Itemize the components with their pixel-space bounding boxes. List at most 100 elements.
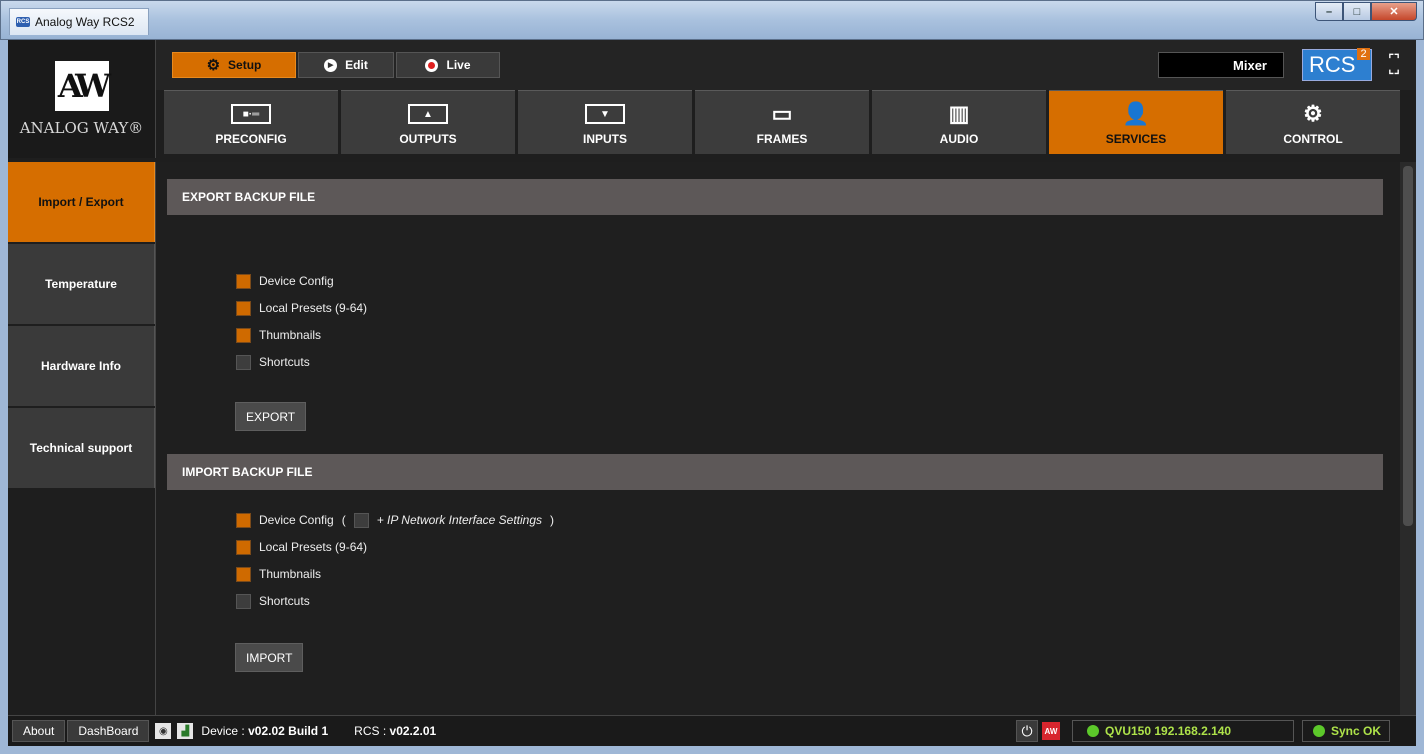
tab-label: FRAMES	[756, 132, 808, 146]
option-label: Thumbnails	[259, 567, 322, 581]
checkbox[interactable]	[236, 566, 251, 582]
about-button[interactable]: About	[12, 720, 66, 742]
scrollbar-thumb[interactable]	[1403, 166, 1413, 526]
import-option-local-presets[interactable]: Local Presets (9-64)	[236, 537, 367, 557]
control-icon: ⚙	[1303, 101, 1323, 126]
rcs-version-badge: 2	[1357, 48, 1370, 60]
minimize-button[interactable]: –	[1315, 2, 1343, 21]
window-title: Analog Way RCS2	[35, 15, 135, 29]
frames-icon: ▭	[771, 101, 793, 126]
export-option-shortcuts[interactable]: Shortcuts	[236, 352, 310, 372]
tab-preconfig[interactable]: ■·═ PRECONFIG	[164, 90, 338, 154]
option-label: Device Config	[259, 513, 334, 527]
tab-control[interactable]: ⚙ CONTROL	[1226, 90, 1400, 154]
device-connection-status[interactable]: QVU150 192.168.2.140	[1072, 720, 1294, 742]
checkbox[interactable]	[236, 539, 251, 555]
option-label: Thumbnails	[259, 328, 322, 342]
rcs-text: RCS	[1309, 52, 1356, 77]
window-frame-right	[1416, 40, 1424, 754]
camera-icon[interactable]: ◉	[155, 723, 172, 739]
fullscreen-icon[interactable]: ⌜⌝ ⌞⌟	[1382, 53, 1406, 78]
ip-settings-label: + IP Network Interface Settings	[376, 513, 543, 527]
maximize-button[interactable]: □	[1343, 2, 1371, 21]
option-label: Local Presets (9-64)	[259, 301, 368, 315]
option-label: Shortcuts	[259, 355, 310, 369]
window-controls: – □ ✕	[1315, 2, 1417, 21]
tab-label: PRECONFIG	[215, 132, 287, 146]
ip-settings-checkbox[interactable]	[353, 512, 369, 528]
tab-label: SERVICES	[1105, 132, 1167, 146]
import-option-shortcuts[interactable]: Shortcuts	[236, 591, 310, 611]
play-icon: ▶	[324, 58, 338, 72]
sidebar: Import / Export Temperature Hardware Inf…	[8, 162, 156, 715]
sidebar-item-temperature[interactable]: Temperature	[8, 244, 155, 324]
import-option-thumbnails[interactable]: Thumbnails	[236, 564, 321, 584]
rcs-version-text: RCS : v02.2.01	[354, 724, 436, 738]
checkbox[interactable]	[236, 300, 251, 316]
checkbox[interactable]	[236, 593, 251, 609]
sidebar-item-hardware-info[interactable]: Hardware Info	[8, 326, 155, 406]
main-content: EXPORT BACKUP FILE Device Config Local P…	[156, 162, 1400, 715]
power-icon[interactable]: ⏻	[1016, 720, 1038, 742]
import-option-device-config[interactable]: Device Config ( + IP Network Interface S…	[236, 510, 554, 530]
mode-label: Edit	[345, 58, 368, 72]
sync-status: Sync OK	[1302, 720, 1391, 742]
tab-inputs[interactable]: ▼ INPUTS	[518, 90, 692, 154]
window-titlebar: RCS Analog Way RCS2 – □ ✕	[0, 0, 1424, 40]
rcs-logo: RCS 2	[1302, 48, 1372, 81]
outputs-icon: ▲	[408, 104, 448, 124]
checkbox[interactable]	[236, 512, 251, 528]
export-section-header: EXPORT BACKUP FILE	[167, 179, 1383, 215]
gear-icon: ⚙	[206, 57, 221, 74]
logo-mark: AW	[54, 61, 111, 111]
rcs-prefix: RCS :	[354, 724, 387, 738]
checkbox[interactable]	[236, 354, 251, 370]
tab-outputs[interactable]: ▲ OUTPUTS	[341, 90, 515, 154]
tab-label: CONTROL	[1283, 132, 1343, 146]
aw-badge[interactable]: AW	[1042, 722, 1060, 740]
export-option-local-presets[interactable]: Local Presets (9-64)	[236, 298, 367, 318]
app-area: AW ANALOG WAY® ⚙ Setup ▶ Edit Live Mixer…	[8, 40, 1416, 746]
mode-setup-button[interactable]: ⚙ Setup	[172, 52, 296, 78]
checkbox[interactable]	[236, 273, 251, 289]
graph-icon[interactable]: ▟	[177, 723, 194, 739]
mode-switcher: ⚙ Setup ▶ Edit Live	[172, 52, 500, 78]
device-version: v02.02 Build 1	[248, 724, 329, 738]
window-frame-left	[0, 40, 8, 754]
option-label: Shortcuts	[259, 594, 310, 608]
export-option-device-config[interactable]: Device Config	[236, 271, 334, 291]
tab-label: AUDIO	[939, 132, 979, 146]
sidebar-item-technical-support[interactable]: Technical support	[8, 408, 155, 488]
import-button[interactable]: IMPORT	[235, 643, 304, 672]
inputs-icon: ▼	[585, 104, 625, 124]
tab-frames[interactable]: ▭ FRAMES	[695, 90, 869, 154]
status-bar: About DashBoard ◉ ▟ Device : v02.02 Buil…	[8, 715, 1416, 746]
services-icon: 👤	[1122, 101, 1150, 126]
export-button[interactable]: EXPORT	[235, 402, 307, 431]
mode-edit-button[interactable]: ▶ Edit	[298, 52, 394, 78]
checkbox[interactable]	[236, 327, 251, 343]
close-button[interactable]: ✕	[1371, 2, 1417, 21]
export-option-thumbnails[interactable]: Thumbnails	[236, 325, 321, 345]
dashboard-button[interactable]: DashBoard	[67, 720, 150, 742]
paren-open: (	[341, 513, 346, 527]
window-title-tab: RCS Analog Way RCS2	[9, 8, 149, 35]
tab-services[interactable]: 👤 SERVICES	[1049, 90, 1223, 154]
tab-label: INPUTS	[582, 132, 627, 146]
mixer-selector[interactable]: Mixer	[1158, 52, 1284, 78]
audio-icon: ▥	[948, 101, 970, 126]
window-frame-bottom	[0, 746, 1424, 754]
mode-live-button[interactable]: Live	[396, 52, 500, 78]
paren-close: )	[550, 513, 555, 527]
option-label: Local Presets (9-64)	[259, 540, 368, 554]
record-icon	[425, 58, 439, 72]
app-icon: RCS	[16, 17, 30, 27]
logo-brand: ANALOG WAY®	[19, 119, 144, 137]
content-scrollbar[interactable]	[1400, 162, 1416, 715]
tab-audio[interactable]: ▥ AUDIO	[872, 90, 1046, 154]
preconfig-icon: ■·═	[231, 104, 271, 124]
status-dot-icon	[1087, 725, 1099, 737]
sidebar-item-import-export[interactable]: Import / Export	[8, 162, 155, 242]
tab-label: OUTPUTS	[399, 132, 457, 146]
device-status-text: QVU150 192.168.2.140	[1105, 724, 1232, 738]
